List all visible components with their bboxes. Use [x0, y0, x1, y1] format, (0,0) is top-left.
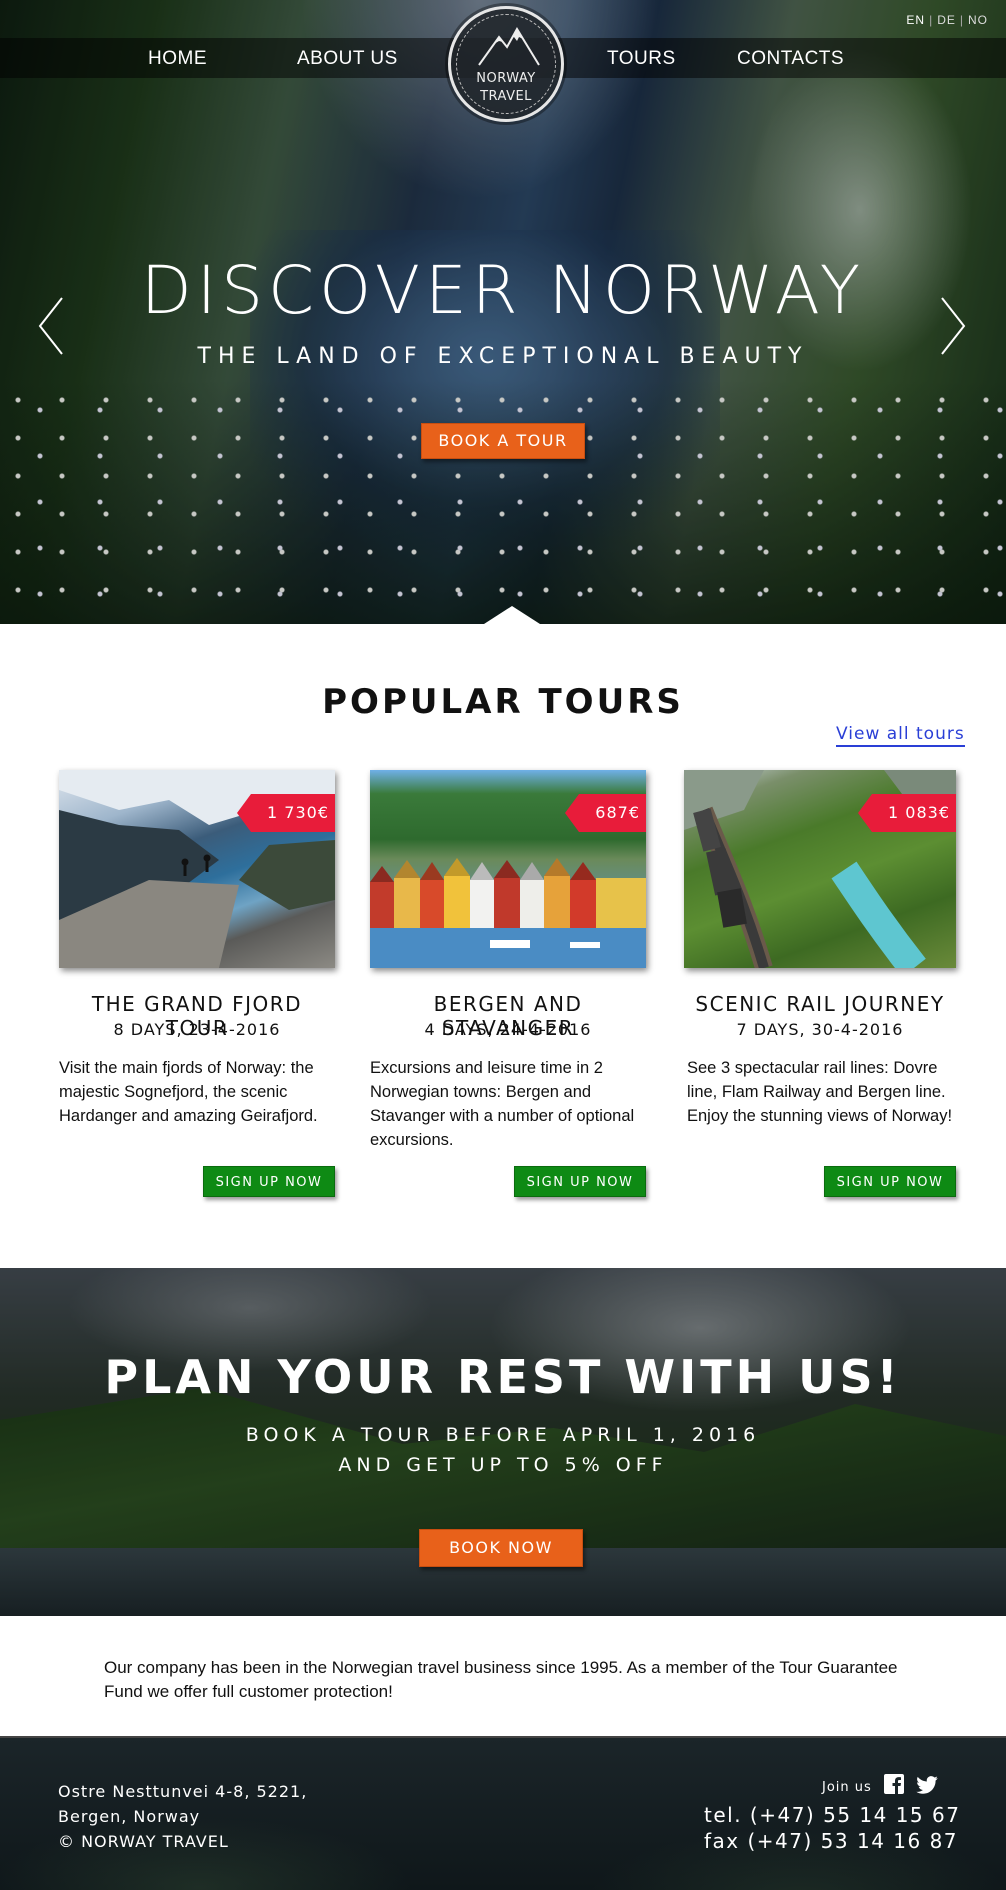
tour-photo-rail[interactable]: 1 083€ [684, 770, 956, 968]
price-tag: 1 083€ [858, 794, 956, 832]
hero-title: DISCOVER NORWAY [140, 252, 866, 329]
nav-tours-link[interactable]: TOURS [607, 48, 676, 70]
language-switcher: EN | DE | NO [906, 13, 988, 27]
language-en-link[interactable]: EN [906, 13, 925, 27]
promo-offer-line2: AND GET UP TO 5% OFF [338, 1454, 668, 1476]
nav-about-link[interactable]: ABOUT US [297, 48, 398, 70]
nav-contacts-link[interactable]: CONTACTS [737, 48, 844, 70]
hero-bottom-notch [484, 606, 540, 624]
tour-dates: 7 DAYS, 30-4-2016 [736, 1020, 904, 1039]
footer-fax: fax (+47) 53 14 16 87 [704, 1829, 959, 1853]
footer-address-line2: Bergen, Norway [58, 1807, 201, 1826]
page: HOME ABOUT US TOURS CONTACTS EN | DE | NO NO… [0, 0, 1006, 1890]
tour-card: 1 730€ THE GRAND FJORD TOUR 8 DAYS, 23-4… [59, 770, 339, 1197]
tour-description: Excursions and leisure time in 2 Norwegi… [370, 1059, 635, 1149]
tour-card: 1 083€ SCENIC RAIL JOURNEY 7 DAYS, 30-4-… [684, 770, 964, 1197]
promo-title: PLAN YOUR REST WITH US! [104, 1350, 902, 1404]
language-no-link[interactable]: NO [968, 13, 988, 27]
logo-text-line1: NORWAY [476, 71, 536, 86]
popular-tours-heading: POPULAR TOURS [322, 682, 684, 722]
tour-title: SCENIC RAIL JOURNEY [695, 992, 945, 1016]
sign-up-button[interactable]: SIGN UP NOW [824, 1166, 956, 1197]
language-de-link[interactable]: DE [937, 13, 956, 27]
tour-photo-bergen[interactable]: 687€ [370, 770, 646, 968]
price-tag: 1 730€ [237, 794, 335, 832]
company-about-text: Our company has been in the Norwegian tr… [104, 1658, 898, 1701]
tour-description: Visit the main fjords of Norway: the maj… [59, 1059, 318, 1125]
logo-text-line2: TRAVEL [480, 89, 532, 104]
sign-up-button[interactable]: SIGN UP NOW [203, 1166, 335, 1197]
facebook-icon[interactable] [884, 1774, 904, 1794]
book-now-button[interactable]: BOOK NOW [419, 1529, 583, 1567]
book-a-tour-button[interactable]: BOOK A TOUR [421, 423, 585, 459]
join-us-label: Join us [822, 1780, 872, 1795]
tour-description: See 3 spectacular rail lines: Dovre line… [687, 1059, 953, 1125]
tour-photo-fjord[interactable]: 1 730€ [59, 770, 335, 968]
mountain-logo-icon [478, 27, 540, 66]
sign-up-button[interactable]: SIGN UP NOW [514, 1166, 646, 1197]
tour-card: 687€ BERGEN AND STAVANGER 4 DAYS, 24-4-2… [370, 770, 650, 1197]
twitter-icon[interactable] [916, 1776, 938, 1794]
tour-dates: 4 DAYS, 24-4-2016 [424, 1020, 592, 1039]
footer-telephone: tel. (+47) 55 14 15 67 [704, 1803, 961, 1827]
price-tag: 687€ [565, 794, 646, 832]
nav-home-link[interactable]: HOME [148, 48, 207, 70]
hero-subtitle: THE LAND OF EXCEPTIONAL BEAUTY [197, 344, 809, 369]
tour-dates: 8 DAYS, 23-4-2016 [113, 1020, 281, 1039]
footer-copyright: © NORWAY TRAVEL [58, 1832, 229, 1851]
site-logo[interactable]: NORWAY TRAVEL [448, 6, 564, 122]
promo-offer-line1: BOOK A TOUR BEFORE APRIL 1, 2016 [245, 1424, 761, 1446]
footer-address-line1: Ostre Nesttunvei 4-8, 5221, [58, 1782, 308, 1801]
view-all-tours-link[interactable]: View all tours [836, 724, 965, 747]
